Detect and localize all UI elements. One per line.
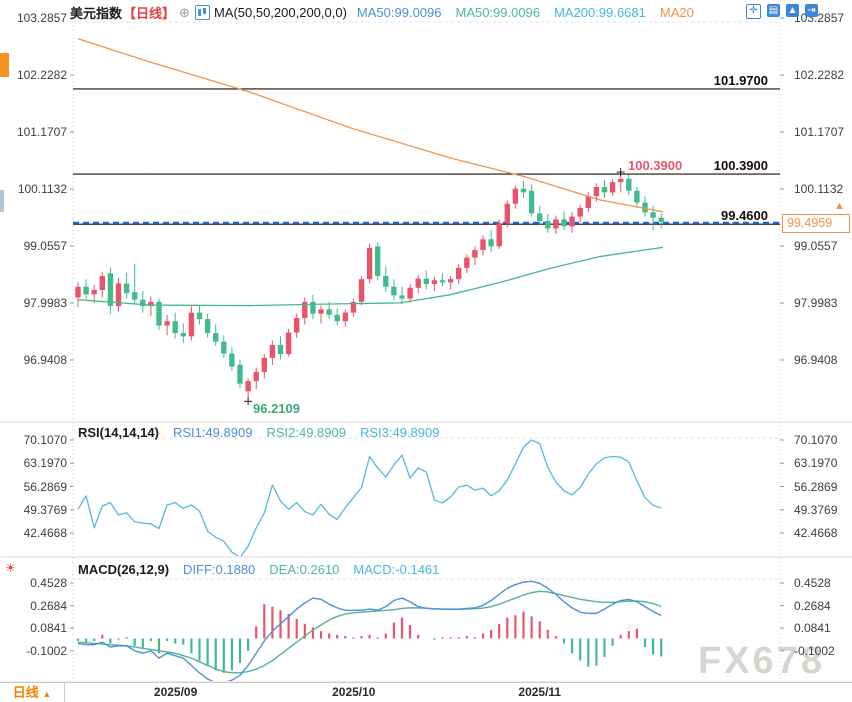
main-y-label-right: 101.1707 xyxy=(794,125,844,139)
candlestick-chart-icon[interactable] xyxy=(195,5,210,20)
left-edge-scroll-tab xyxy=(0,190,4,212)
rsi-y-label-right: 63.1970 xyxy=(794,456,837,470)
ma-values: MA50:99.0096 MA50:99.0096 MA200:99.6681 MA2… xyxy=(357,5,694,20)
low-price-annotation: 96.2109 xyxy=(253,401,300,416)
main-y-label-right: 99.0557 xyxy=(794,239,837,253)
macd-y-label-left: -0.1002 xyxy=(0,644,67,658)
price-line-label: 100.3900 xyxy=(688,158,768,173)
macd-title[interactable]: MACD(26,12,9) xyxy=(78,562,169,577)
rsi-y-label-right: 70.1070 xyxy=(794,433,837,447)
main-y-label-right: 97.9983 xyxy=(794,296,837,310)
indicator-value-label: RSI3:49.8909 xyxy=(360,425,440,440)
indicator-value-label: RSI2:49.8909 xyxy=(266,425,346,440)
ma-value-label: MA50:99.0096 xyxy=(357,5,442,20)
collapse-right-icon[interactable]: ⇥ xyxy=(805,4,818,17)
ma-settings-label[interactable]: MA(50,50,200,200,0,0) xyxy=(214,5,347,20)
rsi-header: RSI(14,14,14) RSI1:49.8909 RSI2:49.8909 RS… xyxy=(78,425,439,440)
crosshair-icon[interactable]: ✛ xyxy=(746,4,761,19)
current-price-tag: 99.4959 xyxy=(782,214,850,233)
rsi-y-label-left: 42.4668 xyxy=(0,526,67,540)
main-y-label-right: 100.1132 xyxy=(794,182,843,196)
page-title: 美元指数 xyxy=(70,3,122,22)
add-circle-icon[interactable]: ⊕ xyxy=(179,5,190,21)
chart-toolbar: ✛ ▤ ▲ ⇥ xyxy=(746,4,818,19)
rsi-y-label-right: 42.4668 xyxy=(794,526,837,540)
main-y-label-left: 103.2857 xyxy=(0,11,67,25)
rsi-y-label-left: 49.3769 xyxy=(0,503,67,517)
indicator-settings-icon[interactable]: ☀ xyxy=(5,561,16,575)
rsi-y-label-right: 56.2869 xyxy=(794,480,837,494)
macd-y-label-right: 0.0841 xyxy=(794,621,831,635)
main-y-label-right: 96.9408 xyxy=(794,353,837,367)
macd-y-label-right: 0.2684 xyxy=(794,599,831,613)
main-y-label-right: 102.2282 xyxy=(794,68,844,82)
chart-canvas[interactable] xyxy=(0,0,852,702)
x-axis-date-label: 2025/09 xyxy=(154,685,197,699)
main-y-label-left: 99.0557 xyxy=(0,239,67,253)
macd-y-label-right: -0.1002 xyxy=(794,644,835,658)
rsi-title[interactable]: RSI(14,14,14) xyxy=(78,425,159,440)
price-line-label: 99.4600 xyxy=(688,208,768,223)
timeframe-selector[interactable]: 日线 ▲ xyxy=(0,683,65,702)
main-y-label-left: 102.2282 xyxy=(0,68,67,82)
pane-chart-icon[interactable]: ▲ xyxy=(786,4,799,17)
pane-grid-icon[interactable]: ▤ xyxy=(767,4,780,17)
price-line-label: 101.9700 xyxy=(688,73,768,88)
rsi-y-label-left: 63.1970 xyxy=(0,456,67,470)
ma-value-label: MA50:99.0096 xyxy=(456,5,541,20)
timeframe-label: 日线 xyxy=(13,685,39,700)
timeframe-tag: 【日线】 xyxy=(123,3,175,22)
ma-value-label: MA200:99.6681 xyxy=(554,5,646,20)
chart-app: FX678 美元指数 【日线】 ⊕ MA(50,50,200,200,0,0) … xyxy=(0,0,852,702)
indicator-value-label: DIFF:0.1880 xyxy=(183,562,255,577)
rsi-y-label-left: 56.2869 xyxy=(0,480,67,494)
price-up-arrow-icon: ▲ xyxy=(834,200,845,212)
macd-y-label-left: 0.0841 xyxy=(0,621,67,635)
x-axis-date-label: 2025/11 xyxy=(518,685,561,699)
indicator-value-label: DEA:0.2610 xyxy=(269,562,339,577)
macd-y-label-right: 0.4528 xyxy=(794,576,831,590)
main-y-label-left: 101.1707 xyxy=(0,125,67,139)
indicator-value-label: MACD:-0.1461 xyxy=(353,562,439,577)
rsi-y-label-right: 49.3769 xyxy=(794,503,837,517)
left-edge-orange-tab[interactable] xyxy=(0,53,9,77)
macd-header: MACD(26,12,9) DIFF:0.1880 DEA:0.2610 MACD:… xyxy=(78,562,439,577)
timeframe-arrow-icon: ▲ xyxy=(42,689,51,699)
bottom-axis-bar: 日线 ▲ 2025/09 2025/10 2025/11 xyxy=(0,682,852,702)
x-axis-date-label: 2025/10 xyxy=(332,685,375,699)
main-y-label-left: 96.9408 xyxy=(0,353,67,367)
main-y-label-left: 100.1132 xyxy=(0,182,67,196)
ma-value-label: MA20 xyxy=(660,5,694,20)
main-y-label-left: 97.9983 xyxy=(0,296,67,310)
macd-y-label-left: 0.2684 xyxy=(0,599,67,613)
rsi-y-label-left: 70.1070 xyxy=(0,433,67,447)
chart-header: 美元指数 【日线】 ⊕ MA(50,50,200,200,0,0) MA50:9… xyxy=(70,3,694,22)
high-price-annotation: 100.3900 xyxy=(628,158,682,173)
macd-y-label-left: 0.4528 xyxy=(0,576,67,590)
indicator-value-label: RSI1:49.8909 xyxy=(173,425,253,440)
